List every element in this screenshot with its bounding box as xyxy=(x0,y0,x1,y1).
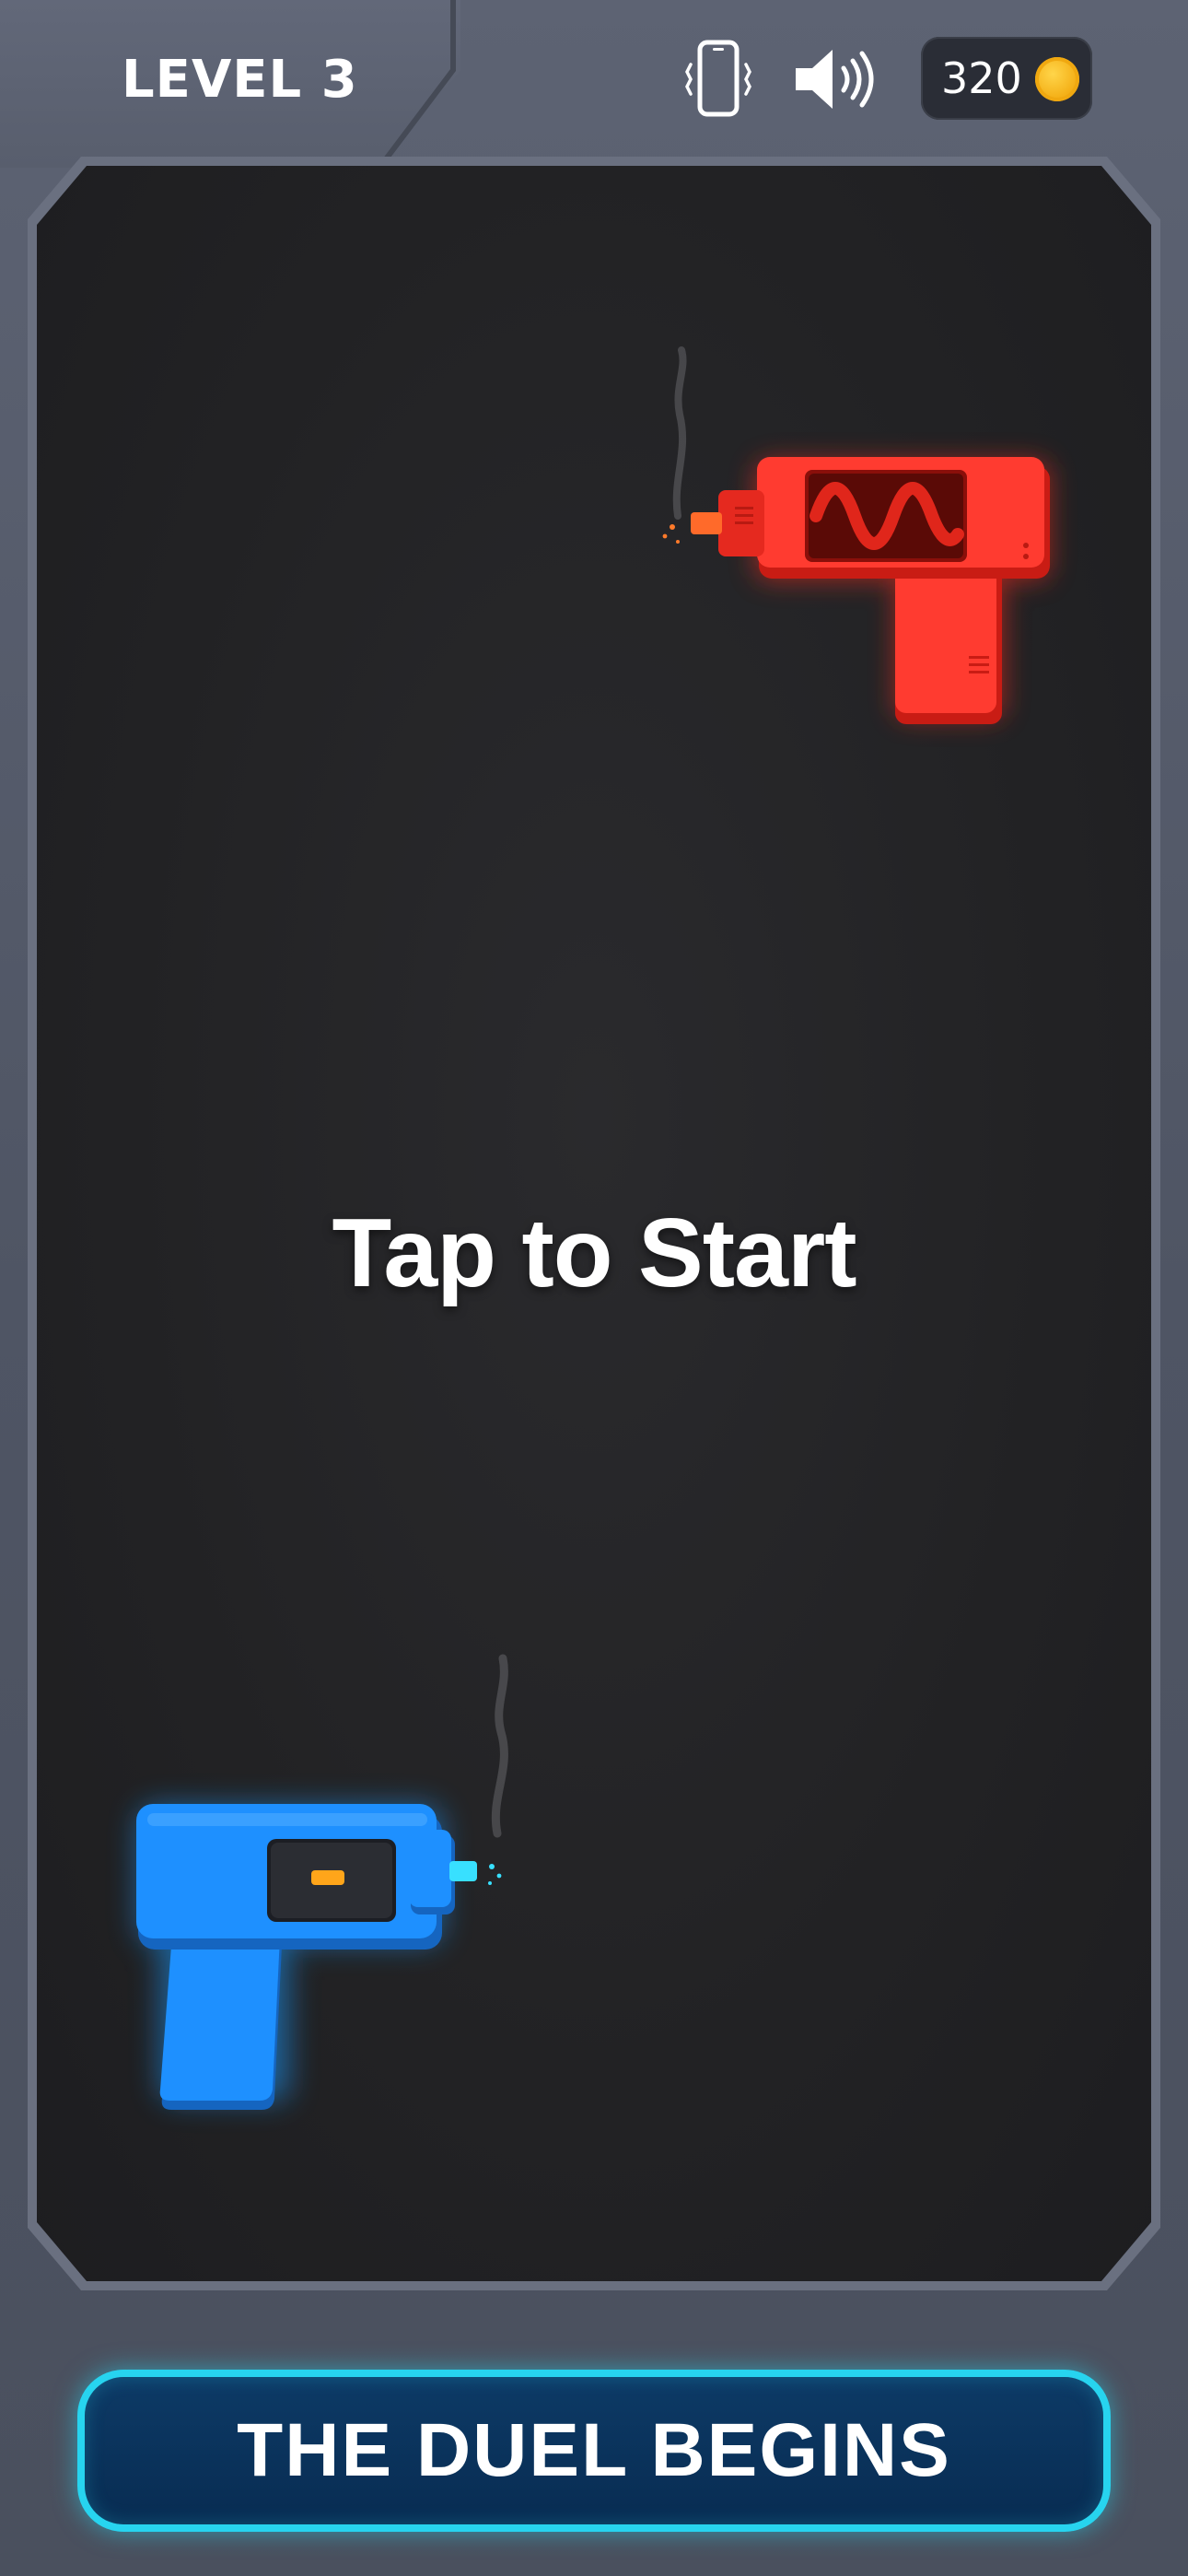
gold-coin-icon xyxy=(1035,57,1079,101)
coin-counter: 320 xyxy=(921,37,1092,120)
duel-begins-label: THE DUEL BEGINS xyxy=(237,2408,951,2492)
tap-to-start-prompt[interactable]: Tap to Start xyxy=(0,1198,1188,1308)
speaker-on-icon[interactable] xyxy=(790,41,882,118)
duel-begins-button[interactable]: THE DUEL BEGINS xyxy=(77,2370,1111,2532)
coin-count: 320 xyxy=(941,53,1022,103)
level-label: LEVEL 3 xyxy=(122,50,358,110)
red-blaster xyxy=(662,346,1050,724)
blue-blaster xyxy=(136,1654,508,2110)
phone-vibrate-icon[interactable] xyxy=(681,39,755,118)
